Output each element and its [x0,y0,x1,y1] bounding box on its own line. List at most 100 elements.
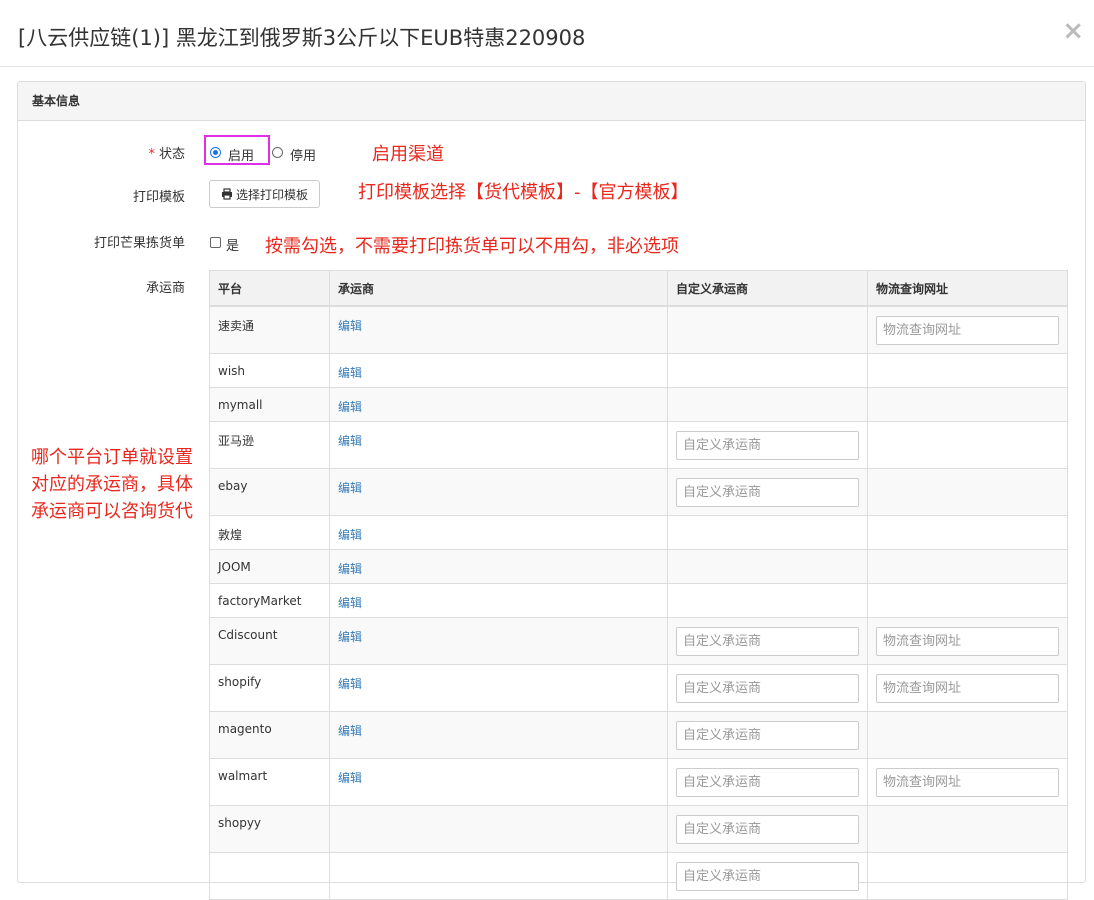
cell-carrier: 编辑 [329,468,668,516]
status-on-label[interactable]: 启用 [228,145,254,164]
tracking-url-input[interactable]: 物流查询网址 [876,674,1059,703]
table-row: wish 编辑 [209,353,1068,388]
annotation-pick: 按需勾选，不需要打印拣货单可以不用勾，非必选项 [265,236,679,257]
print-template-label: 打印模板 [132,190,185,205]
table-row: 敦煌 编辑 [209,515,1068,550]
cell-platform: mymall [209,387,330,422]
print-pick-label: 打印芒果拣货单 [93,236,185,251]
cell-carrier: 编辑 [329,664,668,712]
custom-carrier-input[interactable]: 自定义承运商 [676,478,859,507]
print-pick-option[interactable]: 是 [226,235,239,254]
table-header-row: 平台 承运商 自定义承运商 物流查询网址 [209,270,1068,307]
cell-custom-carrier [667,549,868,584]
cell-platform: 亚马逊 [209,421,330,469]
tracking-url-input[interactable]: 物流查询网址 [876,627,1059,656]
cell-platform: magento [209,711,330,759]
cell-tracking-url: 物流查询网址 [867,664,1068,712]
cell-platform: shopify [209,664,330,712]
edit-link[interactable]: 编辑 [338,481,362,495]
edit-link[interactable]: 编辑 [338,528,362,542]
status-label: * 状态 [65,143,185,162]
cell-custom-carrier: 自定义承运商 [667,421,868,469]
close-icon[interactable]: × [1062,16,1084,46]
cell-tracking-url [867,387,1068,422]
header-divider [0,66,1094,67]
custom-carrier-input[interactable]: 自定义承运商 [676,431,859,460]
header-platform: 平台 [209,270,330,307]
cell-custom-carrier: 自定义承运商 [667,711,868,759]
cell-tracking-url: 物流查询网址 [867,617,1068,665]
table-row: Cdiscount 编辑 自定义承运商 物流查询网址 [209,617,1068,665]
cell-custom-carrier [667,305,868,354]
cell-tracking-url: 物流查询网址 [867,758,1068,806]
cell-carrier: 编辑 [329,353,668,388]
print-pick-checkbox[interactable] [210,237,221,248]
table-row: factoryMarket 编辑 [209,583,1068,618]
table-row: shopify 编辑 自定义承运商 物流查询网址 [209,664,1068,712]
tracking-url-input[interactable]: 物流查询网址 [876,316,1059,345]
cell-custom-carrier: 自定义承运商 [667,617,868,665]
edit-link[interactable]: 编辑 [338,771,362,785]
edit-link[interactable]: 编辑 [338,319,362,333]
select-print-template-label: 选择打印模板 [235,187,308,202]
cell-tracking-url [867,852,1068,900]
custom-carrier-input[interactable]: 自定义承运商 [676,674,859,703]
header-tracking-url: 物流查询网址 [867,270,1068,307]
cell-platform: factoryMarket [209,583,330,618]
cell-custom-carrier [667,353,868,388]
edit-link[interactable]: 编辑 [338,562,362,576]
cell-tracking-url: 物流查询网址 [867,305,1068,354]
table-row: 自定义承运商 [209,852,1068,900]
cell-platform: 敦煌 [209,515,330,550]
edit-link[interactable]: 编辑 [338,630,362,644]
edit-link[interactable]: 编辑 [338,366,362,380]
status-on-radio[interactable] [210,147,221,158]
custom-carrier-input[interactable]: 自定义承运商 [676,862,859,891]
cell-custom-carrier [667,387,868,422]
cell-tracking-url [867,353,1068,388]
carrier-table-body: 速卖通 编辑 物流查询网址 wish 编辑 mymall 编辑 亚马逊 编辑 自定义承运商 ebay… [209,305,1068,900]
cell-platform: Cdiscount [209,617,330,665]
cell-tracking-url [867,805,1068,853]
table-row: 速卖通 编辑 物流查询网址 [209,305,1068,354]
cell-carrier: 编辑 [329,515,668,550]
cell-platform: shopyy [209,805,330,853]
custom-carrier-input[interactable]: 自定义承运商 [676,721,859,750]
edit-link[interactable]: 编辑 [338,434,362,448]
cell-custom-carrier [667,583,868,618]
cell-platform [209,852,330,900]
cell-custom-carrier: 自定义承运商 [667,468,868,516]
edit-link[interactable]: 编辑 [338,596,362,610]
table-row: ebay 编辑 自定义承运商 [209,468,1068,516]
cell-custom-carrier [667,515,868,550]
edit-link[interactable]: 编辑 [338,677,362,691]
table-row: shopyy 自定义承运商 [209,805,1068,853]
custom-carrier-input[interactable]: 自定义承运商 [676,627,859,656]
annotation-status: 启用渠道 [372,144,444,165]
annotation-carrier-line: 对应的承运商，具体 [31,474,193,495]
cell-custom-carrier: 自定义承运商 [667,805,868,853]
cell-custom-carrier: 自定义承运商 [667,852,868,900]
cell-carrier: 编辑 [329,421,668,469]
edit-link[interactable]: 编辑 [338,724,362,738]
select-print-template-button[interactable]: 选择打印模板 [209,180,320,208]
table-row: walmart 编辑 自定义承运商 物流查询网址 [209,758,1068,806]
table-row: JOOM 编辑 [209,549,1068,584]
cell-platform: walmart [209,758,330,806]
carrier-table: 平台 承运商 自定义承运商 物流查询网址 速卖通 编辑 物流查询网址 wish 编辑 my… [209,270,1068,900]
cell-tracking-url [867,711,1068,759]
cell-carrier: 编辑 [329,549,668,584]
header-carrier: 承运商 [329,270,668,307]
annotation-template: 打印模板选择【货代模板】-【官方模板】 [358,182,689,203]
status-off-label[interactable]: 停用 [290,145,316,164]
status-off-radio[interactable] [272,147,283,158]
custom-carrier-input[interactable]: 自定义承运商 [676,768,859,797]
modal-title: [八云供应链(1)] 黑龙江到俄罗斯3公斤以下EUB特惠220908 [18,26,586,50]
required-mark: * [148,147,155,162]
tracking-url-input[interactable]: 物流查询网址 [876,768,1059,797]
cell-platform: 速卖通 [209,305,330,354]
custom-carrier-input[interactable]: 自定义承运商 [676,815,859,844]
annotation-carrier: 哪个平台订单就设置 对应的承运商，具体 承运商可以咨询货代 [31,444,193,525]
cell-tracking-url [867,549,1068,584]
edit-link[interactable]: 编辑 [338,400,362,414]
